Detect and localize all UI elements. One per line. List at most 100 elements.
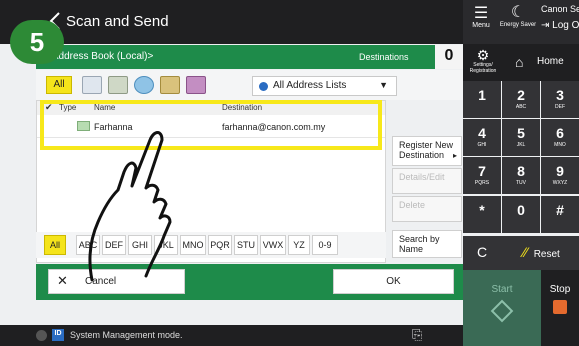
key-star[interactable]: * bbox=[463, 196, 501, 233]
key-hash[interactable]: # bbox=[541, 196, 579, 233]
key-digit: # bbox=[556, 202, 564, 218]
start-button[interactable]: Start bbox=[463, 270, 541, 346]
email-filter-icon[interactable] bbox=[134, 76, 154, 94]
filter-all-button[interactable]: All bbox=[46, 76, 72, 94]
key-1[interactable]: 1 bbox=[463, 81, 501, 118]
address-list-value: All Address Lists bbox=[273, 80, 347, 91]
status-bar: ID System Management mode. ⎘ bbox=[0, 325, 463, 346]
key-digit: 7 bbox=[478, 163, 486, 179]
group-filter-icon[interactable] bbox=[186, 76, 206, 94]
search-by-name-button[interactable]: Search by Name bbox=[392, 230, 462, 258]
index-vwx[interactable]: VWX bbox=[260, 235, 286, 255]
step-badge: 5 bbox=[10, 20, 64, 64]
key-digit: 6 bbox=[556, 125, 564, 141]
key-digit: 0 bbox=[517, 202, 525, 218]
index-yz[interactable]: YZ bbox=[288, 235, 310, 255]
key-3[interactable]: 3 DEF bbox=[541, 81, 579, 118]
energy-saver-button[interactable]: ☾ Energy Saver bbox=[499, 0, 537, 44]
details-edit-button[interactable]: Details/Edit bbox=[392, 168, 462, 194]
close-icon: ✕ bbox=[57, 273, 68, 288]
key-digit: 9 bbox=[556, 163, 564, 179]
key-7[interactable]: 7 PQRS bbox=[463, 157, 501, 194]
key-letters: DEF bbox=[555, 104, 565, 110]
key-2[interactable]: 2 ABC bbox=[502, 81, 540, 118]
pointing-hand-icon bbox=[88, 131, 172, 282]
key-digit: 8 bbox=[517, 163, 525, 179]
details-label: Details/Edit bbox=[399, 172, 445, 182]
key-letters: ABC bbox=[515, 104, 527, 110]
key-4[interactable]: 4 GHI bbox=[463, 119, 501, 156]
file-filter-icon[interactable] bbox=[160, 76, 180, 94]
counter-button[interactable] bbox=[541, 326, 579, 346]
index-0-9[interactable]: 0-9 bbox=[312, 235, 338, 255]
logout-button[interactable]: ⇥ Log Out bbox=[541, 20, 579, 31]
index-stu[interactable]: STU bbox=[234, 235, 258, 255]
id-badge-icon: ID bbox=[52, 329, 64, 341]
ok-button[interactable]: OK bbox=[333, 269, 454, 294]
key-8[interactable]: 8 TUV bbox=[502, 157, 540, 194]
register-new-destination-button[interactable]: Register New Destination ▸ bbox=[392, 136, 462, 166]
home-button[interactable]: ⌂ Home bbox=[503, 44, 579, 81]
settings-registration-button[interactable]: ⚙ Settings/ Registration bbox=[463, 44, 503, 81]
settings-label: Settings/ Registration bbox=[469, 62, 497, 74]
key-letters: PQRS bbox=[474, 180, 490, 186]
one-touch-filter-icon[interactable] bbox=[82, 76, 102, 94]
menu-label: Menu bbox=[472, 22, 490, 29]
key-0[interactable]: 0 bbox=[502, 196, 540, 233]
moon-icon: ☾ bbox=[510, 4, 526, 21]
home-icon: ⌂ bbox=[515, 54, 524, 70]
key-letters: GHI bbox=[477, 142, 487, 148]
key-5[interactable]: 5 JKL bbox=[502, 119, 540, 156]
clear-button[interactable]: C bbox=[463, 236, 501, 270]
status-message: System Management mode. bbox=[70, 330, 183, 340]
key-digit: 1 bbox=[478, 87, 486, 103]
energy-saver-label: Energy Saver bbox=[499, 22, 537, 28]
delete-label: Delete bbox=[399, 200, 426, 210]
stop-label: Stop bbox=[549, 284, 571, 295]
menu-icon: ☰ bbox=[473, 5, 489, 22]
destinations-count: 0 bbox=[435, 45, 463, 69]
reset-icon: ⁄⁄ bbox=[523, 244, 528, 260]
key-letters: MNO bbox=[554, 142, 566, 148]
key-digit: 3 bbox=[556, 87, 564, 103]
start-icon bbox=[490, 299, 514, 323]
start-label: Start bbox=[491, 284, 513, 295]
register-label: Register New Destination bbox=[399, 140, 454, 160]
printer-screen: Scan and Send ☰ Menu ☾ Energy Saver Cano… bbox=[0, 0, 579, 346]
key-letters: TUV bbox=[516, 180, 526, 186]
user-panel: Canon Service Acc ⇥ Log Out bbox=[537, 0, 579, 44]
search-label: Search by Name bbox=[399, 234, 440, 254]
key-digit: 5 bbox=[517, 125, 525, 141]
chevron-down-icon: ▼ bbox=[379, 80, 388, 90]
menu-button[interactable]: ☰ Menu bbox=[463, 0, 499, 44]
top-bar: Scan and Send bbox=[0, 0, 463, 44]
status-monitor-icon[interactable] bbox=[36, 330, 47, 341]
address-list-icon bbox=[259, 82, 268, 91]
gear-icon: ⚙ bbox=[476, 47, 490, 63]
logout-icon: ⇥ bbox=[541, 20, 553, 31]
key-digit: 4 bbox=[478, 125, 486, 141]
home-label: Home bbox=[537, 56, 564, 67]
fax-filter-icon[interactable] bbox=[108, 76, 128, 94]
filter-row: All All Address Lists ▼ bbox=[36, 70, 463, 100]
key-letters: WXYZ bbox=[552, 180, 568, 186]
logout-label: Log Out bbox=[552, 20, 579, 31]
reset-button[interactable]: ⁄⁄ Reset bbox=[501, 236, 579, 270]
key-9[interactable]: 9 WXYZ bbox=[541, 157, 579, 194]
address-book-title: <Address Book (Local)> bbox=[46, 51, 154, 62]
stop-button[interactable]: Stop bbox=[541, 270, 579, 326]
key-letters: JKL bbox=[516, 142, 526, 148]
index-pqr[interactable]: PQR bbox=[208, 235, 232, 255]
delete-button[interactable]: Delete bbox=[392, 196, 462, 222]
destinations-label: Destinations bbox=[359, 52, 409, 62]
destinations-button[interactable]: Destinations bbox=[345, 45, 435, 69]
caret-right-icon: ▸ bbox=[452, 151, 457, 160]
key-digit: 2 bbox=[517, 87, 525, 103]
key-6[interactable]: 6 MNO bbox=[541, 119, 579, 156]
user-name: Canon Service Acc bbox=[541, 4, 579, 14]
address-list-select[interactable]: All Address Lists ▼ bbox=[252, 76, 397, 96]
index-all[interactable]: All bbox=[44, 235, 66, 255]
key-digit: * bbox=[479, 202, 485, 218]
page-title: Scan and Send bbox=[66, 13, 169, 30]
device-icon[interactable]: ⎘ bbox=[412, 327, 422, 343]
